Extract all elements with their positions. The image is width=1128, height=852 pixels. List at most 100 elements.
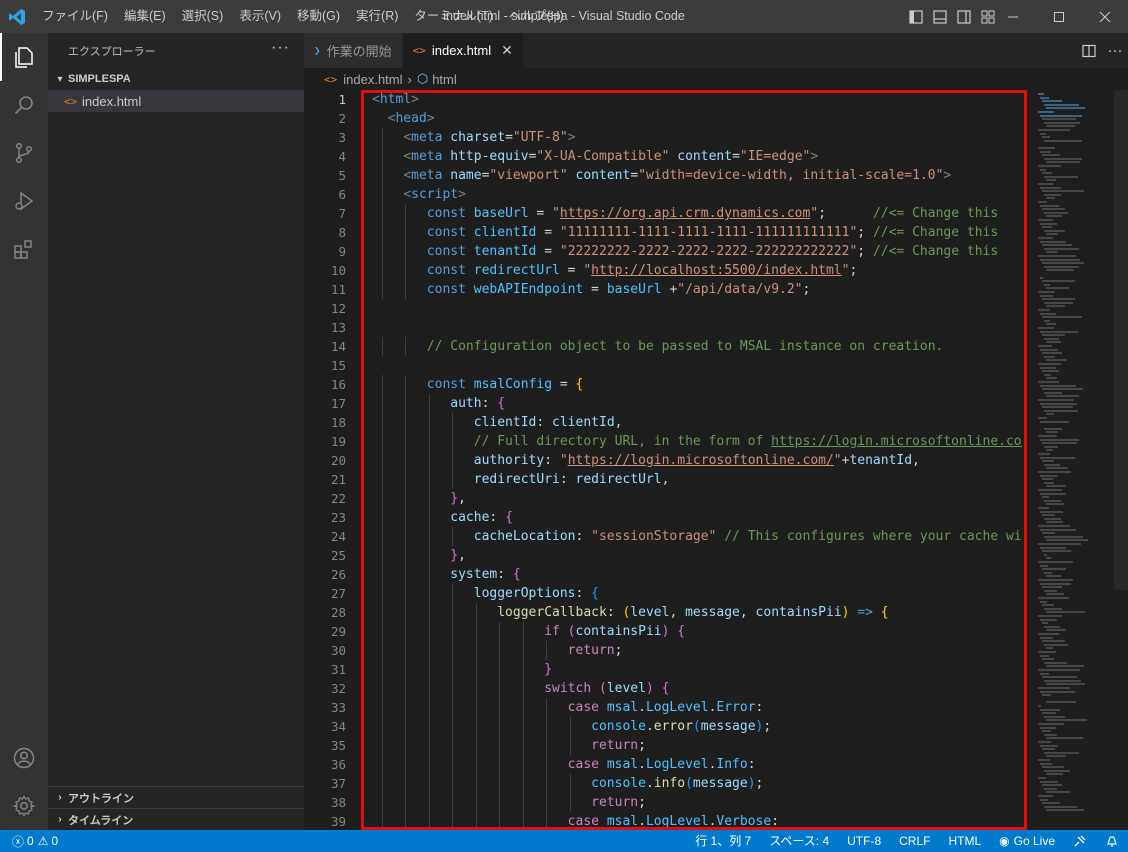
toggle-panel-icon[interactable]	[928, 0, 952, 33]
chevron-down-icon: ▾	[57, 73, 63, 85]
file-item-index-html[interactable]: <> index.html	[48, 90, 304, 112]
code-line[interactable]: system: {	[372, 565, 1022, 584]
extensions-icon[interactable]	[0, 225, 48, 273]
indent-guide	[381, 793, 383, 812]
code-line[interactable]: const clientId = "11111111-1111-1111-111…	[372, 223, 1022, 242]
minimap-line	[1046, 485, 1067, 488]
code-line[interactable]: const webAPIEndpoint = baseUrl +"/api/da…	[372, 280, 1022, 299]
notifications-bell-icon[interactable]	[1096, 830, 1128, 852]
menu-item[interactable]: 編集(E)	[116, 0, 174, 33]
code-line[interactable]: console.info(message);	[372, 774, 1022, 793]
indent-guide	[569, 717, 571, 736]
toggle-secondary-sidebar-icon[interactable]	[952, 0, 976, 33]
code-line[interactable]: const redirectUrl = "http://localhost:55…	[372, 261, 1022, 280]
code-editor[interactable]: 1 2 3 4 5 6 7 8 9 10 11 12 13 14 15 16 17 18 19 20 21 22 23 24 2…	[304, 90, 1128, 830]
code-line[interactable]: console.error(message);	[372, 717, 1022, 736]
search-icon[interactable]	[0, 81, 48, 129]
problems-indicator[interactable]: ⓧ 0 ⚠ 0	[0, 830, 58, 852]
outline-panel[interactable]: › アウトライン	[48, 786, 304, 808]
code-line[interactable]: <meta http-equiv = "X-UA-Compatible" conte…	[372, 147, 1022, 166]
minimap-line	[1044, 661, 1067, 664]
account-icon[interactable]	[0, 734, 48, 782]
language-mode[interactable]: HTML	[939, 830, 990, 852]
manage-gear-icon[interactable]	[0, 782, 48, 830]
code-line[interactable]: return;	[372, 736, 1022, 755]
go-live-button[interactable]: ◉ Go Live	[990, 830, 1064, 852]
code-line[interactable]: <meta charset="UTF-8">	[372, 128, 1022, 147]
indent-guide	[428, 470, 430, 489]
minimap[interactable]	[1034, 90, 1114, 830]
menu-item[interactable]: 実行(R)	[348, 0, 406, 33]
tab-getting-started[interactable]: ❯ 作業の開始	[304, 33, 403, 68]
indent-guide	[405, 337, 407, 356]
code-line[interactable]: cacheLocation: "sessionStorage" // This …	[372, 527, 1022, 546]
code-line[interactable]: case msal.LogLevel.Verbose:	[372, 812, 1022, 830]
maximize-icon[interactable]	[1036, 0, 1082, 33]
code-line[interactable]: switch (level) {	[372, 679, 1022, 698]
code-token: Error	[716, 700, 756, 715]
code-line[interactable]: cache: {	[372, 508, 1022, 527]
code-line[interactable]: loggerOptions: {	[372, 584, 1022, 603]
code-line[interactable]: <html>	[372, 90, 1022, 109]
code-line[interactable]	[372, 356, 1022, 375]
menu-item[interactable]: 移動(G)	[289, 0, 348, 33]
code-line[interactable]: // Full directory URL, in the form of ht…	[372, 432, 1022, 451]
close-window-icon[interactable]	[1082, 0, 1128, 33]
toggle-sidebar-icon[interactable]	[904, 0, 928, 33]
code-line[interactable]: authority: "https://login.microsoftonlin…	[372, 451, 1022, 470]
feedback-icon[interactable]	[1064, 830, 1096, 852]
minimap-line	[1040, 312, 1057, 315]
run-debug-icon[interactable]	[0, 177, 48, 225]
more-editor-actions-icon[interactable]: ···	[1102, 33, 1128, 68]
end-of-line[interactable]: CRLF	[890, 830, 939, 852]
indent-guide	[405, 793, 407, 812]
more-actions-icon[interactable]: ···	[271, 33, 290, 68]
encoding[interactable]: UTF-8	[838, 830, 890, 852]
explorer-icon[interactable]	[0, 33, 48, 81]
minimap-line	[1044, 769, 1070, 772]
code-line[interactable]: clientId: clientId,	[372, 413, 1022, 432]
minimap-line	[1040, 690, 1075, 693]
code-line[interactable]: },	[372, 489, 1022, 508]
indentation[interactable]: スペース: 4	[760, 830, 838, 852]
timeline-panel[interactable]: › タイムライン	[48, 808, 304, 830]
code-line[interactable]: // Configuration object to be passed to …	[372, 337, 1022, 356]
minimize-icon[interactable]	[990, 0, 1036, 33]
code-line[interactable]: }	[372, 660, 1022, 679]
minimap-line	[1040, 330, 1078, 333]
scrollbar-thumb[interactable]	[1114, 90, 1128, 590]
code-line[interactable]: loggerCallback: (level, message, contain…	[372, 603, 1022, 622]
code-line[interactable]	[372, 299, 1022, 318]
close-tab-icon[interactable]: ✕	[501, 42, 513, 59]
code-line[interactable]: <meta name="viewport" content="width=dev…	[372, 166, 1022, 185]
code-line[interactable]: return;	[372, 793, 1022, 812]
code-line[interactable]: const tenantId = "22222222-2222-2222-222…	[372, 242, 1022, 261]
breadcrumb-file[interactable]: index.html	[343, 72, 402, 87]
menu-item[interactable]: 選択(S)	[174, 0, 232, 33]
menu-item[interactable]: 表示(V)	[231, 0, 289, 33]
code-line[interactable]: const baseUrl = "https://org.api.crm.dyn…	[372, 204, 1022, 223]
code-line[interactable]: redirectUri: redirectUrl,	[372, 470, 1022, 489]
vertical-scrollbar[interactable]	[1114, 90, 1128, 830]
code-line[interactable]: auth: {	[372, 394, 1022, 413]
code-line[interactable]: return;	[372, 641, 1022, 660]
code-line[interactable]: <script>	[372, 185, 1022, 204]
code-line[interactable]: case msal.LogLevel.Info:	[372, 755, 1022, 774]
source-control-icon[interactable]	[0, 129, 48, 177]
tab-index-html[interactable]: <> index.html ✕	[402, 33, 524, 68]
cursor-position[interactable]: 行 1、列 7	[686, 830, 760, 852]
code-line[interactable]: if (containsPii) {	[372, 622, 1022, 641]
split-editor-icon[interactable]	[1076, 33, 1102, 68]
menu-item[interactable]: ファイル(F)	[34, 0, 116, 33]
code-line[interactable]: <head>	[372, 109, 1022, 128]
code-line[interactable]: const msalConfig = {	[372, 375, 1022, 394]
code-token: {	[505, 510, 513, 525]
code-text[interactable]: <html> <head> <meta charset="UTF-8"> <me…	[372, 90, 1022, 830]
breadcrumb-symbol[interactable]: html	[432, 72, 457, 87]
code-line[interactable]	[372, 318, 1022, 337]
code-line[interactable]: },	[372, 546, 1022, 565]
folder-section-simplespa[interactable]: ▾ SIMPLESPA	[48, 68, 304, 90]
code-line[interactable]: case msal.LogLevel.Error:	[372, 698, 1022, 717]
